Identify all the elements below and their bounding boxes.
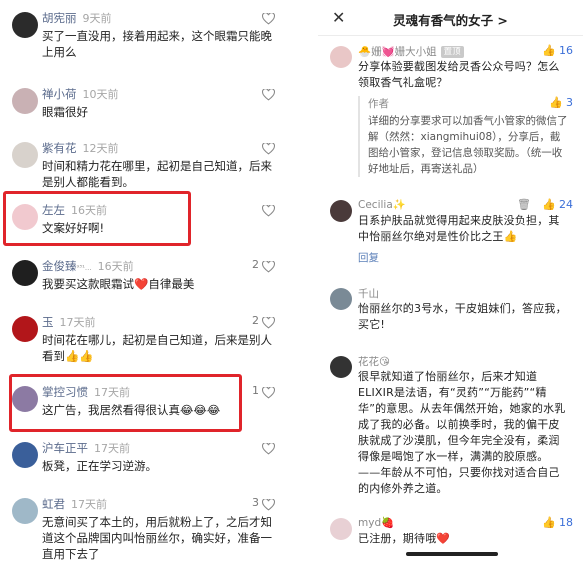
comment-time: 10天前: [82, 88, 119, 101]
avatar[interactable]: [12, 442, 38, 468]
top-bar: ✕ 灵魂有香气的女子 >: [318, 0, 583, 36]
comment-author[interactable]: 紫有花: [42, 141, 77, 155]
avatar[interactable]: [330, 356, 352, 378]
comment-item[interactable]: Cecilia✨ 🗑 👍 24 日系护肤品就觉得用起来皮肤没负担，其中怡丽丝尔绝对…: [318, 194, 583, 268]
heart-icon[interactable]: [262, 205, 275, 217]
heart-icon[interactable]: [262, 89, 275, 101]
like-button[interactable]: 👍 24: [542, 198, 573, 211]
avatar[interactable]: [12, 12, 38, 38]
reply-author: 作者: [368, 98, 389, 110]
like-count: 2: [252, 258, 259, 271]
thumbs-up-icon: 👍: [542, 198, 556, 211]
heart-icon[interactable]: [262, 13, 275, 25]
thumbs-up-icon: 👍: [542, 44, 556, 57]
comment-text: 我要买这款眼霜试❤️自律最美: [42, 277, 195, 291]
comment-time: 9天前: [82, 12, 112, 25]
comment-time: 17天前: [71, 498, 107, 511]
comment-item[interactable]: 🐣姗💓姗大小姐 置顶 👍 16 分享体验要截图发给灵香公众号吗？怎么领取香气礼盒呢？…: [318, 40, 583, 180]
thumbs-up-icon: 👍: [542, 516, 556, 529]
avatar[interactable]: [12, 88, 38, 114]
like-count: 16: [559, 44, 573, 57]
comment-item[interactable]: 胡宪丽 9天前 买了一直没用，接着用起来，这个眼霜只能晚上用么: [0, 4, 287, 62]
avatar[interactable]: [12, 316, 38, 342]
avatar[interactable]: [12, 142, 38, 168]
comment-time: 17天前: [59, 316, 96, 329]
highlight-box: [9, 374, 242, 432]
comment-text: 已注册，期待哦❤️: [358, 532, 451, 545]
comment-author[interactable]: 花花😘: [358, 356, 390, 368]
reply-like-button[interactable]: 👍 3: [549, 96, 573, 109]
heart-icon[interactable]: [262, 143, 275, 155]
avatar[interactable]: [330, 288, 352, 310]
reply-link[interactable]: 回复: [358, 250, 379, 265]
right-comment-panel: ✕ 灵魂有香气的女子 > 🐣姗💓姗大小姐 置顶 👍 16 分享体验要截图发给灵香公众…: [318, 0, 583, 564]
comment-author[interactable]: Cecilia✨: [358, 199, 406, 211]
highlight-box: [3, 191, 191, 246]
left-comment-list: 胡宪丽 9天前 买了一直没用，接着用起来，这个眼霜只能晚上用么 禅小荷 10天前 眼…: [0, 0, 287, 564]
page-title[interactable]: 灵魂有香气的女子 >: [318, 10, 583, 29]
like-count: 1: [252, 384, 259, 397]
comment-author[interactable]: 玉: [42, 315, 54, 329]
comment-author[interactable]: 沪车正平: [42, 441, 88, 455]
comment-item[interactable]: 玉 17天前 时间花在哪儿，起初是自己知道，后来是别人看到👍👍 2: [0, 308, 287, 364]
comment-text: 无意间买了本土的，用后就粉上了，之后才知道这个品牌国内叫怡丽丝尔，确实好，准备一…: [42, 515, 272, 561]
like-button[interactable]: 👍 16: [542, 44, 573, 57]
avatar[interactable]: [330, 200, 352, 222]
author-reply: 作者 详细的分享要求可以加香气小管家的微信了解（然然：xiangmihui08）…: [358, 96, 568, 177]
comment-author[interactable]: 虹君: [42, 497, 65, 511]
comment-item[interactable]: 金俊臻⁹³¹... 16天前 我要买这款眼霜试❤️自律最美 2: [0, 252, 287, 298]
comment-text: 眼霜很好: [42, 105, 88, 119]
comment-item[interactable]: 花花😘 很早就知道了怡丽丝尔，后来才知道ELIXIR是法语，有“灵药”“万能药”…: [318, 350, 583, 510]
heart-icon[interactable]: [262, 387, 275, 399]
comment-text: 怡丽丝尔的3号水，干皮姐妹们，答应我，买它!: [358, 302, 567, 331]
pinned-badge: 置顶: [440, 46, 464, 58]
comment-item[interactable]: 虹君 17天前 无意间买了本土的，用后就粉上了，之后才知道这个品牌国内叫怡丽丝尔，…: [0, 490, 287, 562]
like-count: 3: [566, 96, 573, 109]
heart-icon[interactable]: [262, 317, 275, 329]
comment-text: 日系护肤品就觉得用起来皮肤没负担，其中怡丽丝尔绝对是性价比之王👍: [358, 214, 560, 243]
like-count: 18: [559, 516, 573, 529]
comment-author[interactable]: 胡宪丽: [42, 11, 77, 25]
comment-author[interactable]: 金俊臻: [42, 259, 77, 273]
comment-author[interactable]: 千山: [358, 288, 379, 300]
avatar[interactable]: [12, 260, 38, 286]
like-count: 2: [252, 314, 259, 327]
comment-author[interactable]: 禅小荷: [42, 87, 77, 101]
heart-icon[interactable]: [262, 261, 275, 273]
heart-icon[interactable]: [262, 443, 275, 455]
like-count: 24: [559, 198, 573, 211]
like-button[interactable]: 👍 18: [542, 516, 573, 529]
comment-time: 16天前: [97, 260, 134, 273]
comment-text: 时间花在哪儿，起初是自己知道，后来是别人看到👍👍: [42, 333, 272, 363]
trash-icon[interactable]: 🗑: [517, 198, 531, 211]
like-count: 3: [252, 496, 259, 509]
comment-item[interactable]: myd🍓 👍 18 已注册，期待哦❤️: [318, 512, 583, 552]
home-indicator: [406, 552, 498, 556]
comment-author[interactable]: myd🍓: [358, 517, 394, 529]
comment-author[interactable]: 🐣姗💓姗大小姐: [358, 46, 437, 58]
comment-item[interactable]: 禅小荷 10天前 眼霜很好: [0, 80, 287, 122]
heart-icon[interactable]: [262, 499, 275, 511]
avatar[interactable]: [330, 518, 352, 540]
thumbs-up-icon: 👍: [549, 96, 563, 109]
comment-author-suffix: ⁹³¹...: [76, 264, 92, 272]
comment-item[interactable]: 千山 怡丽丝尔的3号水，干皮姐妹们，答应我，买它!: [318, 282, 583, 342]
comment-item[interactable]: 沪车正平 17天前 板凳，正在学习逆游。: [0, 434, 287, 480]
comment-time: 17天前: [94, 442, 130, 455]
comment-text: 分享体验要截图发给灵香公众号吗？怎么领取香气礼盒呢？: [358, 60, 560, 89]
comment-text: 时间和精力花在哪里，起初是自己知道，后来是别人都能看到。: [42, 159, 272, 189]
comment-text: 板凳，正在学习逆游。: [42, 459, 157, 473]
reply-text: 详细的分享要求可以加香气小管家的微信了解（然然：xiangmihui08），分享…: [368, 115, 568, 175]
comment-text: 很早就知道了怡丽丝尔，后来才知道ELIXIR是法语，有“灵药”“万能药”“精华”…: [358, 370, 566, 495]
comment-text: 买了一直没用，接着用起来，这个眼霜只能晚上用么: [42, 29, 272, 59]
avatar[interactable]: [12, 498, 38, 524]
comment-item[interactable]: 紫有花 12天前 时间和精力花在哪里，起初是自己知道，后来是别人都能看到。: [0, 134, 287, 190]
avatar[interactable]: [330, 46, 352, 68]
comment-time: 12天前: [82, 142, 119, 155]
